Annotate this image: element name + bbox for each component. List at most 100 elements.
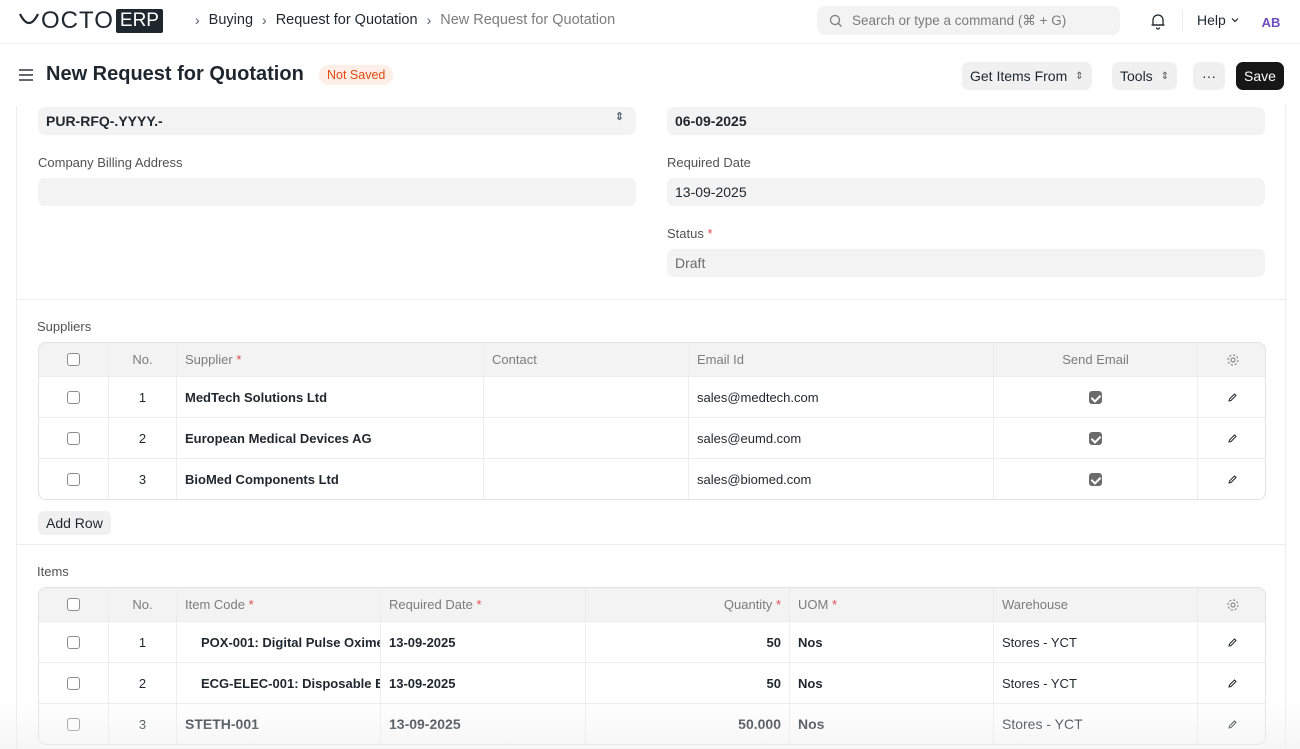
table-row[interactable]: 1 MedTech Solutions Ltd sales@medtech.co… (39, 376, 1265, 417)
status-label-text: Status (667, 226, 704, 241)
select-all-cell (39, 343, 108, 376)
row-required-date[interactable]: 13-09-2025 (380, 704, 585, 744)
row-supplier[interactable]: European Medical Devices AG (176, 418, 483, 458)
row-item-code[interactable]: STETH-001 (176, 704, 380, 744)
row-quantity[interactable]: 50.000 (585, 704, 789, 744)
row-select-cell (39, 377, 108, 417)
row-contact[interactable] (483, 377, 688, 417)
add-supplier-row-button[interactable]: Add Row (38, 511, 111, 535)
send-email-checkbox[interactable] (1089, 390, 1102, 404)
naming-series-select[interactable]: PUR-RFQ-.YYYY.- ⇕ (38, 107, 636, 135)
chevron-right-icon: › (262, 12, 267, 28)
sidebar-toggle-icon[interactable] (18, 68, 34, 82)
table-row[interactable]: 2 ECG-ELEC-001: Disposable ECG Electrode… (39, 662, 1265, 703)
row-uom[interactable]: Nos (789, 622, 993, 662)
row-item-code[interactable]: ECG-ELEC-001: Disposable ECG Electrodes (176, 663, 380, 703)
edit-pencil-icon[interactable] (1227, 392, 1238, 403)
row-select-cell (39, 704, 108, 744)
search-icon (829, 14, 842, 27)
breadcrumb-rfq[interactable]: Request for Quotation (276, 12, 418, 28)
row-warehouse[interactable]: Stores - YCT (993, 622, 1197, 662)
row-checkbox[interactable] (67, 472, 80, 486)
edit-pencil-icon[interactable] (1227, 433, 1238, 444)
row-item-code[interactable]: POX-001: Digital Pulse Oximeter (176, 622, 380, 662)
select-all-checkbox[interactable] (67, 353, 80, 366)
get-items-from-button[interactable]: Get Items From ⇕ (962, 62, 1092, 90)
row-uom[interactable]: Nos (789, 663, 993, 703)
more-actions-button[interactable]: ··· (1193, 62, 1225, 90)
row-contact[interactable] (483, 418, 688, 458)
row-select-cell (39, 663, 108, 703)
edit-pencil-icon[interactable] (1227, 719, 1238, 730)
app-logo[interactable]: OCTO ERP (18, 7, 163, 34)
row-warehouse[interactable]: Stores - YCT (993, 663, 1197, 703)
row-supplier[interactable]: MedTech Solutions Ltd (176, 377, 483, 417)
save-button[interactable]: Save (1236, 62, 1284, 90)
col-quantity: Quantity * (585, 588, 789, 621)
row-checkbox[interactable] (67, 635, 80, 649)
row-checkbox[interactable] (67, 390, 80, 404)
row-checkbox[interactable] (67, 431, 80, 445)
logo-y-mark-icon (19, 13, 39, 25)
transaction-date-field[interactable]: 06-09-2025 (667, 107, 1265, 135)
row-no: 3 (108, 459, 176, 499)
row-warehouse[interactable]: Stores - YCT (993, 704, 1197, 744)
row-email[interactable]: sales@eumd.com (688, 418, 993, 458)
required-date-label: Required Date (667, 155, 751, 170)
row-no: 1 (108, 377, 176, 417)
row-quantity[interactable]: 50 (585, 663, 789, 703)
get-items-from-label: Get Items From (970, 68, 1068, 84)
search-input[interactable]: Search or type a command (⌘ + G) (817, 6, 1120, 35)
col-send-email: Send Email (993, 343, 1197, 376)
table-row[interactable]: 3 STETH-001 13-09-2025 50.000 Nos Stores… (39, 703, 1265, 744)
row-uom[interactable]: Nos (789, 704, 993, 744)
help-dropdown[interactable]: Help (1197, 12, 1240, 28)
required-date-field[interactable]: 13-09-2025 (667, 178, 1265, 206)
suppliers-table: No. Supplier * Contact Email Id Send Ema… (38, 342, 1266, 500)
row-no: 2 (108, 663, 176, 703)
transaction-date-value: 06-09-2025 (675, 113, 747, 129)
edit-pencil-icon[interactable] (1227, 474, 1238, 485)
row-checkbox[interactable] (67, 676, 80, 690)
table-row[interactable]: 3 BioMed Components Ltd sales@biomed.com (39, 458, 1265, 499)
col-required-date-label: Required Date (389, 597, 473, 612)
tools-button[interactable]: Tools ⇕ (1112, 62, 1178, 90)
row-checkbox[interactable] (67, 717, 80, 731)
row-edit-cell (1197, 459, 1265, 499)
row-email[interactable]: sales@biomed.com (688, 459, 993, 499)
col-quantity-label: Quantity (723, 597, 773, 612)
gear-icon[interactable] (1226, 598, 1240, 612)
row-email[interactable]: sales@medtech.com (688, 377, 993, 417)
logo-text: OCTO (41, 7, 114, 34)
col-uom-label: UOM (798, 597, 829, 612)
form-card: PUR-RFQ-.YYYY.- ⇕ 06-09-2025 Company Bil… (16, 106, 1286, 749)
send-email-checkbox[interactable] (1089, 472, 1102, 486)
breadcrumb-buying[interactable]: Buying (209, 12, 253, 28)
row-supplier[interactable]: BioMed Components Ltd (176, 459, 483, 499)
row-quantity[interactable]: 50 (585, 622, 789, 662)
billing-address-field[interactable] (38, 178, 636, 206)
gear-icon[interactable] (1226, 353, 1240, 367)
avatar[interactable]: AB (1258, 9, 1284, 35)
send-email-checkbox[interactable] (1089, 431, 1102, 445)
edit-pencil-icon[interactable] (1227, 637, 1238, 648)
required-marker: * (775, 597, 781, 612)
notification-bell-icon[interactable] (1149, 12, 1167, 30)
row-required-date[interactable]: 13-09-2025 (380, 622, 585, 662)
tools-label: Tools (1120, 68, 1153, 84)
row-send-email (993, 418, 1197, 458)
col-item-code: Item Code * (176, 588, 380, 621)
row-contact[interactable] (483, 459, 688, 499)
row-send-email (993, 459, 1197, 499)
table-row[interactable]: 1 POX-001: Digital Pulse Oximeter 13-09-… (39, 621, 1265, 662)
help-label: Help (1197, 12, 1226, 28)
select-all-checkbox[interactable] (67, 598, 80, 611)
col-email: Email Id (688, 343, 993, 376)
table-row[interactable]: 2 European Medical Devices AG sales@eumd… (39, 417, 1265, 458)
row-select-cell (39, 459, 108, 499)
row-required-date[interactable]: 13-09-2025 (380, 663, 585, 703)
row-select-cell (39, 418, 108, 458)
edit-pencil-icon[interactable] (1227, 678, 1238, 689)
col-contact: Contact (483, 343, 688, 376)
required-marker: * (476, 597, 482, 612)
